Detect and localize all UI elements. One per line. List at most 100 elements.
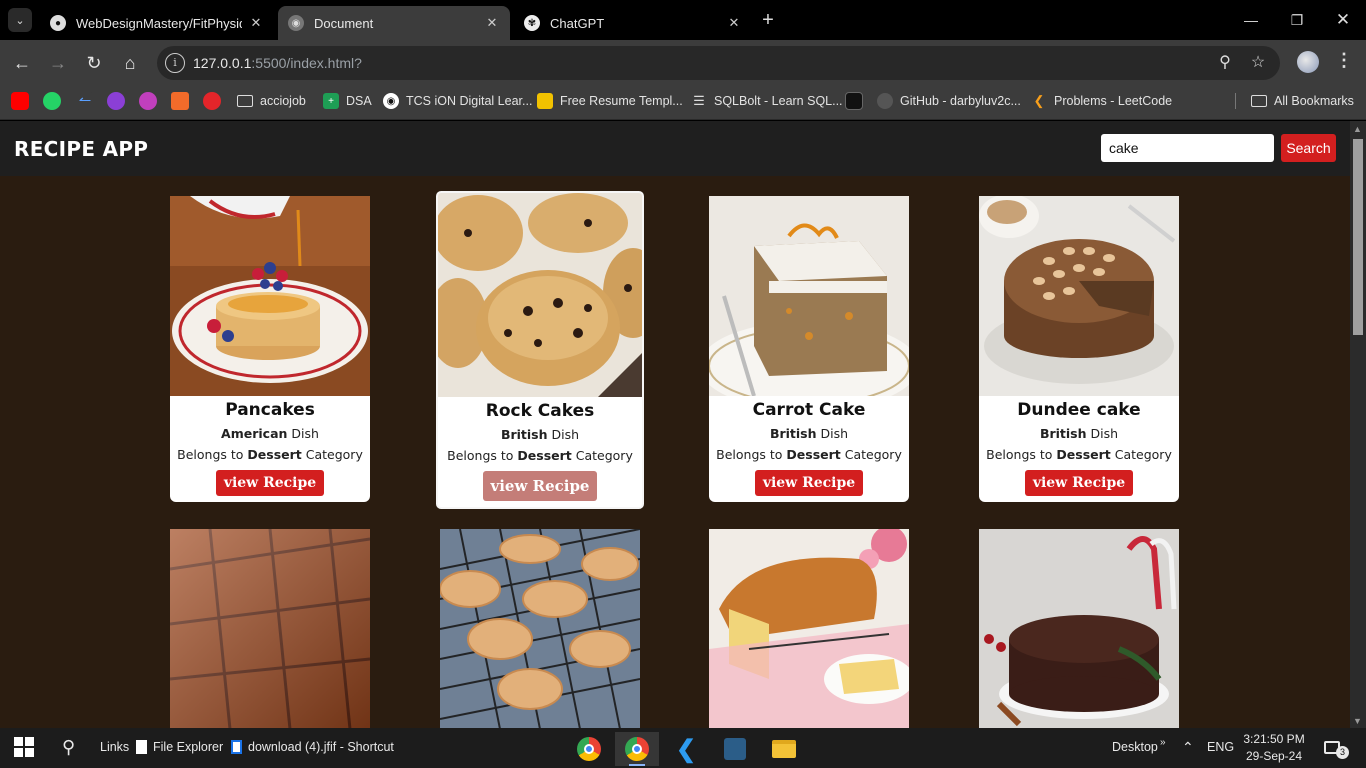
recipe-category: Belongs to Dessert Category xyxy=(177,447,363,462)
recipe-card: Dundee cake British Dish Belongs to Dess… xyxy=(979,196,1179,502)
bookmark-sqlbolt[interactable]: ☰ SQLBolt - Learn SQL... xyxy=(691,92,843,110)
view-recipe-button[interactable]: view Recipe xyxy=(754,470,864,496)
recipe-image-pancakes xyxy=(170,196,370,396)
url-text[interactable]: 127.0.0.1:5500/index.html? xyxy=(193,55,362,71)
recipe-image-christmas-cake xyxy=(979,529,1179,728)
taskbar-shortcut[interactable]: download (4).jfif - Shortcut xyxy=(231,735,394,759)
page-scrollbar[interactable]: ▲ ▼ xyxy=(1350,121,1366,728)
medium-icon[interactable] xyxy=(845,92,863,110)
language-indicator[interactable]: ENG xyxy=(1207,735,1234,759)
folder-icon xyxy=(772,740,796,758)
taskbar-chrome-app[interactable] xyxy=(567,732,611,766)
view-recipe-button[interactable]: view Recipe xyxy=(215,470,325,496)
search-button[interactable]: Search xyxy=(1281,134,1336,162)
minimize-icon[interactable]: — xyxy=(1237,8,1265,32)
reload-icon[interactable]: ↻ xyxy=(81,50,107,76)
close-icon[interactable]: ✕ xyxy=(726,15,742,31)
close-icon[interactable]: ✕ xyxy=(484,15,500,31)
recipe-card xyxy=(440,529,640,728)
tab-chatgpt[interactable]: ✾ ChatGPT ✕ xyxy=(514,6,752,40)
tab-fitphysique[interactable]: ● WebDesignMastery/FitPhysique ✕ xyxy=(40,6,274,40)
scroll-up-icon[interactable]: ▲ xyxy=(1353,124,1362,134)
profile-avatar[interactable] xyxy=(1297,51,1319,73)
recipe-image-brownies xyxy=(170,529,370,728)
recipe-image-dundee-cake xyxy=(979,196,1179,396)
recipe-area: British Dish xyxy=(500,427,580,442)
search-icon[interactable]: ⚲ xyxy=(62,735,75,759)
browser-menu-icon[interactable]: ⋮ xyxy=(1334,50,1354,74)
taskbar-mysql[interactable] xyxy=(713,732,757,766)
taskbar-vscode[interactable]: ❮ xyxy=(664,732,708,766)
tab-title: Document xyxy=(314,15,374,31)
new-tab-icon[interactable]: + xyxy=(757,9,779,31)
github-icon xyxy=(877,93,893,109)
image-file-icon xyxy=(231,740,242,754)
bookmark-dsa[interactable]: + DSA xyxy=(323,92,372,110)
view-recipe-button[interactable]: view Recipe xyxy=(1024,470,1134,496)
recipe-name: Carrot Cake xyxy=(752,400,866,420)
unstop-icon[interactable] xyxy=(107,92,125,110)
recipe-image-pound-cake xyxy=(709,529,909,728)
recipe-name: Dundee cake xyxy=(1017,400,1141,420)
notifications-icon[interactable]: 3 xyxy=(1324,735,1349,759)
recipe-area: American Dish xyxy=(221,426,319,441)
home-icon[interactable]: ⌂ xyxy=(117,50,143,76)
recipe-card: Carrot Cake British Dish Belongs to Dess… xyxy=(709,196,909,502)
back-icon[interactable]: ← xyxy=(9,50,35,76)
scroll-down-icon[interactable]: ▼ xyxy=(1353,716,1362,726)
taskbar-file-explorer-app[interactable] xyxy=(762,732,806,766)
bookmarks-divider xyxy=(1235,93,1236,109)
taskbar-clock[interactable]: 3:21:50 PM 29-Sep-24 xyxy=(1240,731,1308,765)
bookmark-star-icon[interactable]: ☆ xyxy=(1248,53,1268,73)
app-icon[interactable] xyxy=(139,92,157,110)
recipe-card: Rock Cakes British Dish Belongs to Desse… xyxy=(438,193,642,507)
tcs-icon: ◉ xyxy=(383,93,399,109)
folder-icon xyxy=(1251,95,1267,107)
file-icon xyxy=(136,740,147,754)
chrome-icon xyxy=(577,737,601,761)
taskbar-chrome-active[interactable] xyxy=(615,732,659,766)
tab-document[interactable]: ◉ Document ✕ xyxy=(278,6,510,40)
close-icon[interactable]: ✕ xyxy=(248,15,264,31)
tab-strip: ⌄ ● WebDesignMastery/FitPhysique ✕ ◉ Doc… xyxy=(0,0,1366,40)
window-close-icon[interactable]: ✕ xyxy=(1329,8,1357,32)
address-bar[interactable]: i 127.0.0.1:5500/index.html? ⚲ ☆ xyxy=(157,46,1280,80)
vscode-icon: ❮ xyxy=(675,735,697,763)
scrollbar-thumb[interactable] xyxy=(1353,139,1363,335)
bookmark-tcs[interactable]: ◉ TCS iON Digital Lear... xyxy=(383,92,532,110)
whatsapp-icon[interactable] xyxy=(43,92,61,110)
bookmark-github[interactable]: GitHub - darbyluv2c... xyxy=(877,92,1021,110)
taskbar-links[interactable]: Links xyxy=(100,735,129,759)
browser-toolbar: ← → ↻ ⌂ i 127.0.0.1:5500/index.html? ⚲ ☆ xyxy=(0,40,1366,86)
mysql-icon xyxy=(724,738,746,760)
recipe-category: Belongs to Dessert Category xyxy=(447,448,633,463)
tab-search-chevron-icon[interactable]: ⌄ xyxy=(8,8,32,32)
recipe-card: Pancakes American Dish Belongs to Desser… xyxy=(170,196,370,502)
globe-icon: ◉ xyxy=(288,15,304,31)
folder-icon xyxy=(237,95,253,107)
forward-icon[interactable]: → xyxy=(45,50,71,76)
tuf-icon[interactable] xyxy=(203,92,221,110)
taskbar-desktop[interactable]: Desktop xyxy=(1112,735,1158,759)
all-bookmarks[interactable]: All Bookmarks xyxy=(1251,92,1354,110)
view-recipe-button[interactable]: view Recipe xyxy=(482,471,598,501)
recipe-image-scones xyxy=(440,529,640,728)
bookmark-leetcode[interactable]: ❮ Problems - LeetCode xyxy=(1031,92,1172,110)
zoom-icon[interactable]: ⚲ xyxy=(1215,53,1235,73)
resume-icon xyxy=(537,93,553,109)
site-info-icon[interactable]: i xyxy=(165,53,185,73)
recipe-name: Rock Cakes xyxy=(485,401,595,421)
windows-start-icon[interactable] xyxy=(14,735,34,759)
leetcode-icon: ❮ xyxy=(1031,93,1047,109)
tray-chevron-icon[interactable]: ⌃ xyxy=(1182,735,1194,759)
taskbar-file-explorer[interactable]: File Explorer xyxy=(136,735,223,759)
codestudio-icon[interactable] xyxy=(171,92,189,110)
bookmark-acciojob[interactable]: acciojob xyxy=(237,92,306,110)
search-input[interactable] xyxy=(1101,134,1274,162)
codolio-icon[interactable]: ↼ xyxy=(76,92,94,110)
desktop-expand-icon[interactable]: » xyxy=(1160,730,1166,754)
recipe-card xyxy=(170,529,370,728)
restore-icon[interactable]: ❐ xyxy=(1283,8,1311,32)
youtube-icon[interactable] xyxy=(11,92,29,110)
bookmark-resume[interactable]: Free Resume Templ... xyxy=(537,92,683,110)
